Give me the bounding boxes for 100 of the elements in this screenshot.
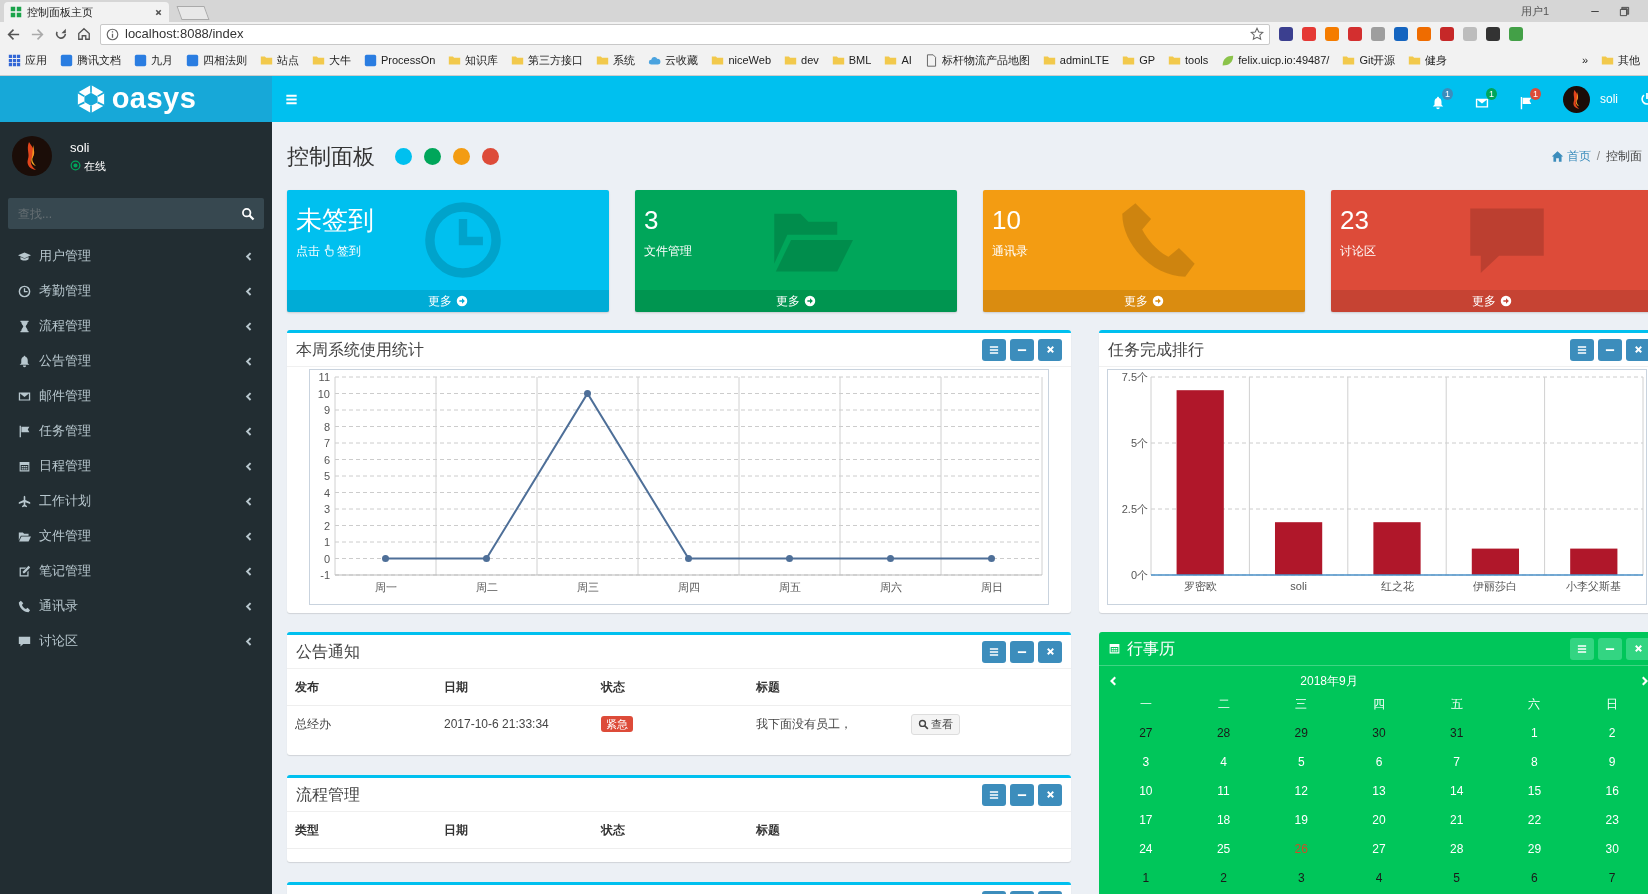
star-icon[interactable] [1250, 27, 1264, 41]
theme-dot[interactable] [482, 147, 499, 165]
collapse-button[interactable] [1010, 338, 1034, 361]
extension-icon[interactable] [1348, 27, 1362, 41]
menu-item[interactable]: 任务管理 [0, 414, 272, 449]
bookmark[interactable]: Git开源 [1342, 52, 1396, 69]
extension-icon[interactable] [1279, 27, 1293, 41]
calendar-day[interactable]: 7 [1573, 864, 1648, 893]
bookmark[interactable]: 九月 [134, 52, 173, 69]
bookmark[interactable]: adminLTE [1042, 52, 1110, 69]
menu-item[interactable]: 用户管理 [0, 239, 272, 274]
view-button[interactable]: 查看 [911, 714, 960, 735]
menu-button[interactable] [982, 338, 1006, 361]
restore-icon[interactable] [1619, 5, 1630, 17]
extension-icon[interactable] [1486, 27, 1500, 41]
bookmark[interactable]: GP [1122, 52, 1156, 69]
envelope-icon [1475, 96, 1489, 110]
bookmark[interactable]: 四相法则 [186, 52, 247, 69]
calendar-day[interactable]: 5 [1417, 864, 1496, 893]
more-link[interactable]: 更多 [635, 290, 957, 312]
folder-icon [260, 54, 273, 67]
calendar-day[interactable]: 4 [1340, 864, 1418, 893]
notification-button[interactable]: 1 [1519, 88, 1541, 110]
menu-item[interactable]: 讨论区 [0, 624, 272, 659]
menu-item[interactable]: 通讯录 [0, 589, 272, 624]
bookmark[interactable]: BML [831, 52, 872, 69]
forward-icon[interactable] [30, 26, 45, 42]
more-bookmarks-button[interactable]: » [1581, 52, 1588, 69]
collapse-button[interactable] [1598, 637, 1622, 660]
new-tab-button[interactable] [176, 6, 210, 20]
data-point [584, 390, 591, 397]
axis-label: 0个 [1130, 569, 1148, 581]
bookmark[interactable]: 云收藏 [648, 52, 699, 69]
logo-icon [75, 84, 106, 114]
menu-button[interactable] [1570, 637, 1594, 660]
bookmark[interactable]: niceWeb [711, 52, 772, 69]
address-bar[interactable]: localhost:8088/index [100, 23, 1270, 45]
collapse-button[interactable] [1010, 783, 1034, 806]
bookmark[interactable]: felix.uicp.io:49487/ [1221, 52, 1330, 69]
close-button[interactable] [1626, 338, 1648, 361]
menu-item[interactable]: 考勤管理 [0, 274, 272, 309]
extension-icon[interactable] [1440, 27, 1454, 41]
calendar-day[interactable]: 30 [1340, 719, 1418, 748]
collapse-button[interactable] [1010, 640, 1034, 663]
axis-label: 罗密欧 [1183, 580, 1217, 592]
theme-dot[interactable] [395, 147, 412, 165]
close-button[interactable] [1038, 783, 1062, 806]
close-button[interactable] [1038, 640, 1062, 663]
bookmark[interactable]: 腾讯文档 [60, 52, 121, 69]
profile-name[interactable]: 用户1 [1520, 2, 1549, 20]
calendar-day[interactable]: 1 [1107, 864, 1185, 893]
menu-item[interactable]: 日程管理 [0, 449, 272, 484]
close-button[interactable] [1626, 637, 1648, 660]
theme-dot[interactable] [424, 147, 441, 165]
browser-tab[interactable]: 控制面板主页 [4, 2, 169, 22]
bookmark[interactable]: 标杆物流产品地图 [924, 52, 1030, 69]
calendar-day[interactable]: 28 [1184, 719, 1263, 748]
close-icon [1044, 646, 1056, 657]
menu-item[interactable]: 流程管理 [0, 309, 272, 344]
search-button[interactable] [232, 198, 264, 229]
calendar-day[interactable]: 3 [1262, 864, 1341, 893]
bookmark[interactable]: 知识库 [448, 52, 499, 69]
bookmark[interactable]: 应用 [8, 52, 47, 69]
axis-label: 周二 [475, 581, 498, 593]
calendar-day[interactable]: 2 [1184, 864, 1263, 893]
notification-button[interactable]: 1 [1431, 88, 1453, 110]
bookmark[interactable]: 系统 [596, 52, 636, 69]
bookmark[interactable]: 健身 [1408, 52, 1448, 69]
bookmark[interactable]: dev [784, 52, 819, 69]
bookmark[interactable]: ProcessOn [364, 52, 436, 69]
menu-item[interactable]: 工作计划 [0, 484, 272, 519]
menu-item[interactable]: 文件管理 [0, 519, 272, 554]
menu-button[interactable] [1570, 338, 1594, 361]
home-icon[interactable] [77, 27, 91, 41]
calendar-day[interactable]: 31 [1417, 719, 1496, 748]
weekday-label: 六 [1527, 696, 1542, 713]
data-point [786, 555, 793, 562]
menu-item[interactable]: 公告管理 [0, 344, 272, 379]
collapse-button[interactable] [1598, 338, 1622, 361]
calendar-day[interactable]: 6 [1495, 864, 1574, 893]
bookmark[interactable]: tools [1168, 52, 1209, 69]
calendar-day[interactable]: 29 [1262, 719, 1341, 748]
extension-icon[interactable] [1394, 27, 1408, 41]
bookmark[interactable]: 站点 [260, 52, 299, 69]
bookmark[interactable]: AI [884, 52, 912, 69]
menu-item[interactable]: 邮件管理 [0, 379, 272, 414]
menu-item[interactable]: 笔记管理 [0, 554, 272, 589]
more-link[interactable]: 更多 [1331, 290, 1648, 312]
theme-dot[interactable] [453, 147, 470, 165]
calendar-day[interactable]: 27 [1107, 719, 1185, 748]
bookmark[interactable]: 大牛 [312, 52, 351, 69]
menu-button[interactable] [982, 640, 1006, 663]
phone-icon [18, 600, 31, 613]
menu-button[interactable] [982, 783, 1006, 806]
bookmark[interactable]: 其他 [1601, 52, 1640, 69]
data-point [382, 555, 389, 562]
bookmark[interactable]: 第三方接口 [511, 52, 584, 69]
close-button[interactable] [1038, 338, 1062, 361]
close-icon[interactable] [154, 7, 163, 17]
reload-icon[interactable] [54, 27, 68, 41]
